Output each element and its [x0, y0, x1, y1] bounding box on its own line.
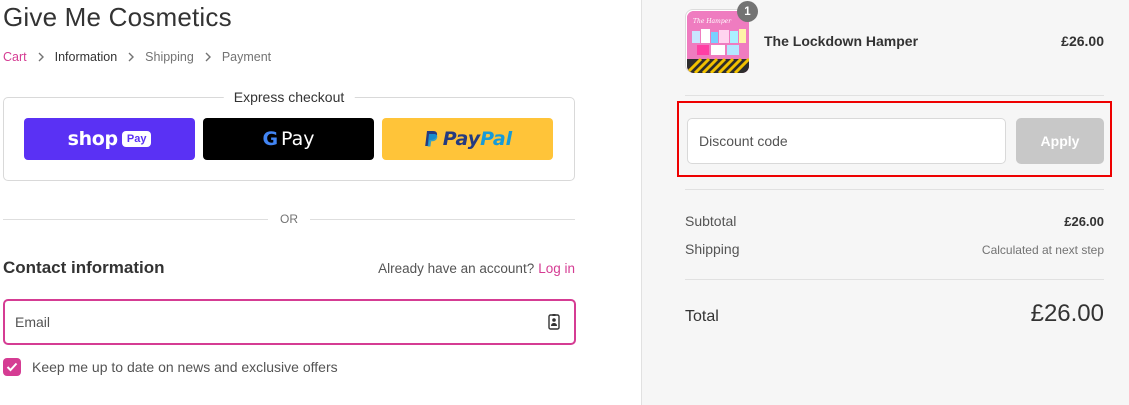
total-row: Total £26.00 — [685, 300, 1104, 328]
summary-divider — [685, 189, 1104, 190]
subtotal-value: £26.00 — [1064, 214, 1104, 229]
checkout-main: Give Me Cosmetics Cart Information Shipp… — [0, 0, 640, 405]
divider-line — [310, 219, 575, 220]
paypal-pay-text: Pay — [442, 128, 481, 150]
discount-field[interactable] — [687, 118, 1006, 164]
subtotal-label: Subtotal — [685, 213, 737, 229]
order-summary: The Hamper 1 The Lockdown Hamper £26.00 … — [641, 0, 1129, 405]
or-divider: OR — [3, 211, 575, 227]
total-label: Total — [685, 308, 719, 325]
svg-text:The Hamper: The Hamper — [693, 18, 732, 25]
chevron-right-icon — [127, 52, 135, 62]
shop-pay-pill: Pay — [121, 131, 152, 147]
product-price: £26.00 — [1061, 33, 1104, 49]
login-link[interactable]: Log in — [538, 261, 575, 276]
google-pay-label: Pay — [281, 128, 315, 150]
email-field[interactable] — [3, 299, 576, 345]
breadcrumb-cart[interactable]: Cart — [3, 50, 27, 64]
express-checkout: Express checkout shop Pay G Pay Pay Pal — [3, 89, 575, 181]
contact-information-title: Contact information — [3, 258, 165, 277]
shipping-label: Shipping — [685, 241, 740, 257]
newsletter-checkbox[interactable] — [3, 358, 21, 376]
divider-line — [3, 219, 268, 220]
breadcrumb: Cart Information Shipping Payment — [3, 50, 271, 64]
total-value: £26.00 — [1030, 300, 1104, 327]
store-title: Give Me Cosmetics — [3, 2, 232, 32]
paypal-logo-icon — [423, 130, 439, 149]
product-image: The Hamper — [687, 11, 749, 73]
contact-card-icon — [548, 314, 560, 330]
shop-pay-logo: shop — [67, 128, 119, 150]
paypal-button[interactable]: Pay Pal — [382, 118, 553, 160]
discount-code-input[interactable] — [699, 119, 995, 163]
shipping-row: Shipping Calculated at next step — [685, 241, 1104, 257]
breadcrumb-information: Information — [54, 50, 118, 64]
chevron-right-icon — [204, 52, 212, 62]
google-pay-button[interactable]: G Pay — [203, 118, 374, 160]
google-g-icon: G — [262, 128, 279, 150]
newsletter-option: Keep me up to date on news and exclusive… — [3, 358, 338, 376]
email-input[interactable] — [15, 301, 535, 343]
summary-divider — [685, 95, 1104, 96]
discount-highlight: Apply — [677, 101, 1112, 177]
line-item: The Hamper 1 The Lockdown Hamper £26.00 — [685, 1, 1104, 73]
shipping-value: Calculated at next step — [981, 243, 1104, 257]
apply-button[interactable]: Apply — [1016, 118, 1104, 164]
shop-pay-button[interactable]: shop Pay — [24, 118, 195, 160]
quantity-badge: 1 — [737, 1, 758, 22]
product-thumbnail: The Hamper 1 — [685, 1, 758, 73]
account-prompt: Already have an account? Log in — [378, 261, 575, 276]
paypal-pal-text: Pal — [480, 128, 513, 150]
newsletter-label: Keep me up to date on news and exclusive… — [32, 359, 338, 375]
breadcrumb-payment: Payment — [221, 50, 272, 64]
express-checkout-title: Express checkout — [223, 89, 355, 105]
account-prompt-text: Already have an account? — [378, 261, 535, 276]
breadcrumb-shipping: Shipping — [145, 50, 194, 64]
checkmark-icon — [6, 362, 18, 372]
or-label: OR — [280, 212, 298, 226]
chevron-right-icon — [37, 52, 45, 62]
product-name: The Lockdown Hamper — [764, 33, 919, 49]
subtotal-row: Subtotal £26.00 — [685, 213, 1104, 229]
summary-divider — [685, 279, 1104, 280]
